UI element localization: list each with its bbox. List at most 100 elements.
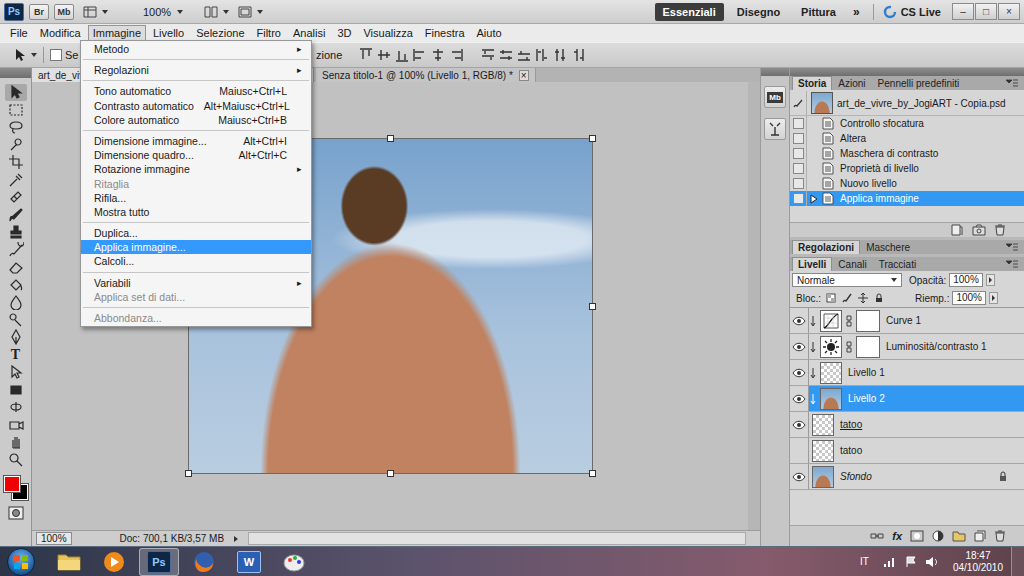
camera-snapshot-icon[interactable] [972, 224, 986, 236]
visibility-toggle[interactable] [790, 308, 809, 333]
pen-tool-icon[interactable] [5, 329, 27, 346]
visibility-toggle[interactable] [790, 412, 809, 437]
layer-thumbnail[interactable] [820, 362, 842, 384]
color-swatches[interactable] [4, 476, 28, 500]
screen-mode-icon[interactable] [238, 6, 252, 18]
quick-selection-tool-icon[interactable] [5, 137, 27, 154]
menu-item[interactable]: Finestra [420, 25, 470, 42]
link-icon[interactable] [846, 315, 852, 327]
align-right-icon[interactable] [448, 47, 464, 63]
layer-row[interactable]: tatoo [790, 438, 1024, 464]
visibility-toggle[interactable] [790, 386, 809, 411]
taskbar-app[interactable] [274, 548, 314, 576]
layer-row[interactable]: Sfondo [790, 464, 1024, 490]
trash-icon[interactable] [994, 530, 1006, 542]
menu-entry[interactable]: Mostra tutto [81, 205, 311, 219]
menu-entry[interactable]: Rotazione immagine▸ [81, 162, 311, 176]
menu-item[interactable]: Visualizza [358, 25, 417, 42]
blend-mode-select[interactable]: Normale [792, 273, 902, 287]
workspace-button[interactable]: Essenziali [655, 3, 724, 21]
menu-entry[interactable]: Metodo▸ [81, 42, 311, 56]
caret-icon[interactable] [223, 10, 229, 14]
transform-handle[interactable] [387, 470, 394, 477]
type-tool-icon[interactable]: T [5, 347, 27, 364]
menu-entry[interactable]: Calcoli... [81, 254, 311, 268]
visibility-toggle[interactable] [790, 360, 809, 385]
panel-tab[interactable]: Livelli [792, 257, 832, 271]
distribute-bottom-icon[interactable] [516, 47, 532, 63]
3d-rotate-tool-icon[interactable] [5, 399, 27, 416]
window-control-button[interactable]: – [952, 3, 974, 20]
history-step[interactable]: Maschera di contrasto [790, 146, 1024, 161]
align-top-icon[interactable] [358, 47, 374, 63]
eraser-tool-icon[interactable] [5, 259, 27, 276]
panel-header[interactable] [0, 68, 31, 78]
taskbar-app[interactable]: W [229, 548, 269, 576]
align-vcenter-icon[interactable] [376, 47, 392, 63]
lock-pixels-icon[interactable] [840, 292, 853, 305]
align-bottom-icon[interactable] [394, 47, 410, 63]
transform-handle[interactable] [589, 303, 596, 310]
panel-header[interactable] [761, 68, 789, 76]
mini-bridge-button[interactable]: Mb [764, 86, 786, 108]
history-step[interactable]: Altera [790, 131, 1024, 146]
menu-item[interactable]: Livello [148, 25, 189, 42]
horizontal-scrollbar[interactable] [248, 532, 746, 545]
window-control-button[interactable]: □ [975, 3, 997, 20]
menu-entry[interactable]: Regolazioni▸ [81, 63, 311, 77]
link-layers-icon[interactable] [870, 531, 884, 541]
bridge-button[interactable]: Br [29, 4, 49, 20]
brush-tool-icon[interactable] [5, 207, 27, 224]
move-tool-icon[interactable] [5, 84, 27, 101]
history-source-box[interactable] [790, 91, 807, 115]
panel-tab[interactable]: Canali [832, 257, 872, 271]
layer-row[interactable]: tatoo [790, 412, 1024, 438]
history-step[interactable]: Nuovo livello [790, 176, 1024, 191]
add-mask-icon[interactable] [910, 530, 924, 542]
menu-item[interactable]: Immagine [88, 25, 146, 42]
close-tab-button[interactable]: × [519, 70, 529, 81]
menu-entry[interactable]: Tono automaticoMaiusc+Ctrl+L [81, 84, 311, 98]
flag-icon[interactable] [905, 556, 917, 568]
document-tab[interactable]: Senza titolo-1 @ 100% (Livello 1, RGB/8)… [316, 68, 536, 82]
tool-preset-picker[interactable] [12, 47, 37, 63]
history-step[interactable]: Proprietà di livello [790, 161, 1024, 176]
path-selection-tool-icon[interactable] [5, 364, 27, 381]
menu-entry[interactable]: Applica immagine... [81, 240, 311, 254]
window-control-button[interactable]: × [998, 3, 1020, 20]
align-left-icon[interactable] [412, 47, 428, 63]
visibility-toggle[interactable] [790, 438, 809, 463]
fill-slider-button[interactable] [989, 292, 998, 304]
fill-field[interactable]: 100% [952, 291, 986, 305]
history-step[interactable]: Controllo sfocatura [790, 116, 1024, 131]
panel-menu-icon[interactable] [1006, 79, 1018, 87]
panel-tab[interactable]: Tracciati [873, 257, 922, 271]
workspace-button[interactable]: Pittura [793, 3, 844, 21]
snapshot-row[interactable]: art_de_vivre_by_JogiART - Copia.psd [790, 91, 1024, 116]
layer-thumbnail[interactable] [812, 440, 834, 462]
panel-tab[interactable]: Regolazioni [792, 240, 860, 254]
layer-thumbnail[interactable] [812, 414, 834, 436]
transform-controls-label[interactable]: zione [316, 49, 342, 61]
paint-bucket-tool-icon[interactable] [5, 277, 27, 294]
menu-item[interactable]: Filtro [252, 25, 286, 42]
transform-handle[interactable] [589, 470, 596, 477]
more-workspaces-button[interactable]: » [849, 5, 864, 19]
history-source-box[interactable] [790, 176, 807, 191]
marquee-tool-icon[interactable] [5, 102, 27, 119]
history-source-box[interactable] [790, 116, 807, 131]
layer-row[interactable]: Livello 1 [790, 360, 1024, 386]
align-hcenter-icon[interactable] [430, 47, 446, 63]
new-layer-icon[interactable] [974, 530, 986, 542]
menu-entry[interactable]: Duplica... [81, 226, 311, 240]
menu-item[interactable]: Analisi [288, 25, 330, 42]
distribute-hcenter-icon[interactable] [552, 47, 568, 63]
panel-tab[interactable]: Pennelli predefiniti [872, 76, 966, 90]
menu-entry[interactable]: Colore automaticoMaiusc+Ctrl+B [81, 113, 311, 127]
caret-icon[interactable] [102, 10, 108, 14]
network-icon[interactable] [883, 556, 897, 568]
panel-menu-icon[interactable] [1006, 260, 1018, 268]
bridge-button[interactable]: Mb [54, 4, 74, 20]
layer-row[interactable]: Curve 1 [790, 308, 1024, 334]
taskbar-app[interactable]: Ps [139, 548, 179, 576]
